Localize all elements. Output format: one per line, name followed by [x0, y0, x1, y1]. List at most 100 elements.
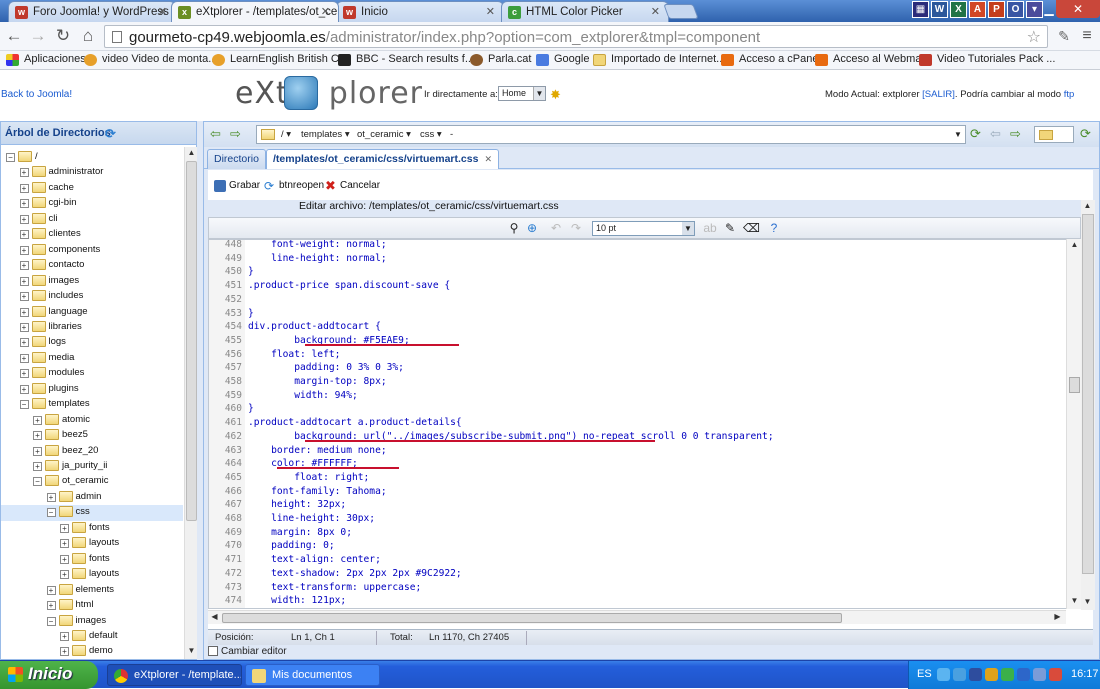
scroll-up-icon[interactable]: ▲ [186, 148, 197, 160]
scroll-down-icon[interactable]: ▼ [1082, 597, 1093, 609]
chevron-down-icon[interactable]: ▼ [951, 126, 965, 143]
collapse-icon[interactable]: − [46, 508, 56, 518]
highlight-icon[interactable]: ab [703, 221, 717, 235]
tree-item[interactable]: + media [1, 351, 183, 367]
path-combo[interactable]: / ▾ templates ▾ ot_ceramic ▾ css ▾ - ▼ [256, 125, 966, 144]
scroll-left-icon[interactable]: ◀ [209, 612, 220, 624]
expand-icon[interactable]: + [19, 307, 29, 317]
expand-icon[interactable]: + [33, 431, 42, 441]
back-arrow-icon[interactable]: ← [4, 26, 24, 46]
eraser-icon[interactable]: ⌫ [743, 221, 760, 235]
menu-icon[interactable]: ≡ [1077, 26, 1097, 46]
bookmark-video-tutoriales[interactable]: Video Tutoriales Pack ... [919, 53, 1055, 66]
task-extplorer[interactable]: eXtplorer - /template... [107, 664, 242, 686]
save-button[interactable]: Grabar [214, 180, 260, 192]
tree-item[interactable]: + modules [1, 366, 183, 382]
tree-item[interactable]: + administrator [1, 165, 183, 181]
expand-icon[interactable]: + [60, 631, 69, 641]
tree-item[interactable]: + language [1, 305, 183, 321]
expand-icon[interactable]: + [60, 523, 69, 533]
home-icon[interactable]: ⌂ [78, 26, 98, 46]
powerpoint-icon[interactable]: P [988, 1, 1005, 18]
checkbox[interactable] [208, 646, 218, 657]
tree-item[interactable]: + images [1, 274, 183, 290]
refresh-icon[interactable]: ⟳ [105, 127, 119, 141]
start-button[interactable]: Inicio [0, 661, 98, 689]
expand-icon[interactable]: + [19, 276, 29, 286]
bookmark-google[interactable]: Google [536, 53, 589, 66]
sync-icon[interactable] [953, 668, 966, 681]
cancel-button[interactable]: ✖ Cancelar [325, 179, 380, 192]
expand-icon[interactable]: + [19, 369, 29, 379]
outlook-icon[interactable]: O [1007, 1, 1024, 18]
tree-item[interactable]: + layouts [1, 567, 183, 583]
expand-icon[interactable]: + [19, 338, 29, 348]
volume-icon[interactable] [1033, 668, 1046, 681]
bookmark-star-icon[interactable]: ☆ [1027, 27, 1041, 47]
alert-icon[interactable] [1049, 668, 1062, 681]
scroll-up-icon[interactable]: ▲ [1069, 240, 1080, 252]
expand-icon[interactable]: + [19, 353, 29, 363]
tree-item[interactable]: + atomic [1, 413, 183, 429]
scroll-up-icon[interactable]: ▲ [1082, 201, 1093, 213]
tree-item[interactable]: + elements [1, 583, 183, 599]
back-to-joomla-link[interactable]: Back to Joomla! [1, 89, 72, 100]
back-arrow-icon[interactable]: ⇦ [210, 126, 221, 142]
expand-icon[interactable]: + [19, 199, 29, 209]
crumb-root[interactable]: / ▾ [281, 129, 291, 140]
tree-item[interactable]: − ot_ceramic [1, 474, 183, 490]
tree-item[interactable]: + cgi-bin [1, 196, 183, 212]
word-icon[interactable]: W [931, 1, 948, 18]
forward-arrow-icon[interactable]: ⇨ [1010, 126, 1021, 142]
crumb-css[interactable]: css ▾ [420, 129, 442, 140]
new-tab-button[interactable] [663, 4, 699, 19]
code-horizontal-scrollbar[interactable]: ◀ ▶ [208, 610, 1066, 624]
forward-arrow-icon[interactable]: → [28, 26, 48, 46]
expand-icon[interactable]: + [19, 384, 29, 394]
tree-item[interactable]: + default [1, 629, 183, 645]
close-icon[interactable]: ✕ [321, 5, 330, 18]
tree-item[interactable]: + libraries [1, 320, 183, 336]
browser-tab-extplorer[interactable]: x eXtplorer - /templates/ot_ce ✕ [171, 1, 339, 22]
bookmark-parla[interactable]: Parla.cat [470, 53, 531, 66]
tree-item[interactable]: + admin [1, 490, 183, 506]
tab-file[interactable]: /templates/ot_ceramic/css/virtuemart.css… [266, 149, 499, 169]
tree-item[interactable]: + cache [1, 181, 183, 197]
scroll-right-icon[interactable]: ▶ [1052, 612, 1063, 624]
reload-icon[interactable]: ↻ [53, 26, 73, 46]
expand-icon[interactable]: + [19, 214, 29, 224]
bookmark-apps[interactable]: Aplicaciones [6, 53, 86, 66]
change-editor-checkbox[interactable]: Cambiar editor [208, 646, 287, 658]
scroll-down-icon[interactable]: ▼ [186, 646, 197, 658]
scroll-thumb[interactable] [186, 161, 197, 521]
expand-icon[interactable]: + [33, 446, 42, 456]
browser-tab-color-picker[interactable]: c HTML Color Picker ✕ [501, 1, 669, 22]
scroll-down-icon[interactable]: ▼ [1069, 596, 1080, 608]
favorite-icon[interactable]: ✸ [550, 87, 561, 103]
expand-icon[interactable]: + [19, 183, 29, 193]
bookmark-bbc[interactable]: BBC - Search results f... [338, 53, 474, 66]
window-close-button[interactable]: ✕ [1056, 0, 1100, 18]
tab-directory[interactable]: Directorio [207, 149, 266, 169]
collapse-icon[interactable]: − [6, 153, 15, 162]
scroll-thumb[interactable] [1082, 214, 1094, 574]
tree-item[interactable]: + fonts [1, 552, 183, 568]
bookmark-video[interactable]: video Video de monta... [84, 53, 217, 66]
logout-link[interactable]: [SALIR] [922, 89, 955, 100]
wand-icon[interactable]: ✎ [723, 221, 737, 235]
tree-item[interactable]: + clientes [1, 227, 183, 243]
browser-tab-inicio[interactable]: w Inicio ✕ [336, 1, 504, 22]
code-vertical-scrollbar[interactable]: ▲ ▼ [1066, 239, 1081, 609]
page-scrollbar[interactable]: ▲ ▼ [1081, 200, 1095, 610]
back-arrow-icon[interactable]: ⇦ [990, 126, 1001, 142]
expand-icon[interactable]: + [46, 585, 56, 595]
tree-item[interactable]: − css [1, 505, 183, 521]
tree-item[interactable]: + beez5 [1, 428, 183, 444]
forward-arrow-icon[interactable]: ⇨ [230, 126, 241, 142]
crumb-templates[interactable]: templates ▾ [301, 129, 350, 140]
ftp-mode-link[interactable]: ftp [1064, 89, 1075, 100]
tree-item[interactable]: + demo [1, 644, 183, 659]
tree-item[interactable]: − templates [1, 397, 183, 413]
reopen-button[interactable]: ⟳ btnreopen [264, 180, 324, 192]
expand-icon[interactable]: + [19, 322, 29, 332]
